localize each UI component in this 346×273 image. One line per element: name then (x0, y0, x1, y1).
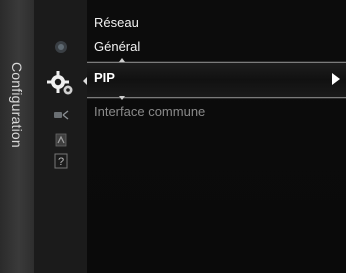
tv-settings-menu: Configuration ? Réseau Général PIP Inter… (0, 0, 346, 273)
input-icon[interactable] (51, 105, 71, 123)
scroll-down-indicator-icon (119, 96, 125, 100)
menu-item-pip-label: PIP (94, 70, 115, 85)
menu-item-reseau[interactable]: Réseau (94, 13, 139, 33)
setup-gear-icon[interactable] (46, 70, 76, 98)
application-icon[interactable] (51, 131, 71, 149)
category-strip: Configuration (0, 0, 35, 273)
svg-text:?: ? (58, 156, 64, 168)
sound-icon[interactable] (51, 38, 71, 56)
scroll-up-indicator-icon (119, 58, 125, 62)
settings-menu-list: Réseau Général PIP Interface commune (87, 0, 346, 273)
menu-item-interface-commune: Interface commune (94, 104, 206, 119)
category-icons: ? (34, 0, 87, 273)
selection-pointer-icon (83, 77, 87, 85)
help-icon[interactable]: ? (51, 152, 71, 170)
menu-item-pip-selected[interactable]: PIP (87, 62, 346, 98)
menu-item-general[interactable]: Général (94, 37, 140, 57)
category-title: Configuration (9, 62, 25, 148)
submenu-arrow-icon (332, 73, 340, 85)
